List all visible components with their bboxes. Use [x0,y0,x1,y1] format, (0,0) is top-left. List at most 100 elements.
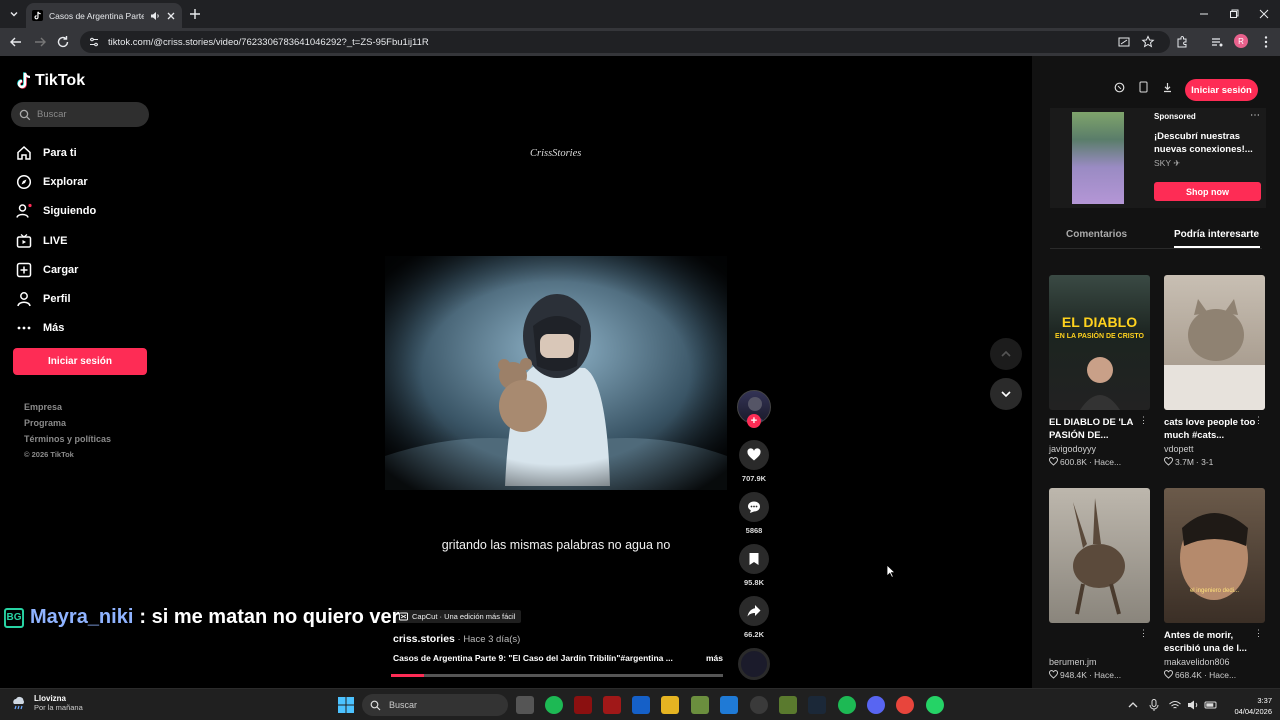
suggested-video-card[interactable]: ⋮ berumen.jm 948.4K · Hace... [1049,488,1150,680]
header-login-button[interactable]: Iniciar sesión [1185,79,1258,101]
search-input[interactable] [37,109,137,120]
app-a-icon[interactable] [574,696,592,714]
comment-action[interactable]: 5868 [737,492,771,535]
thumbnail-person-image [1180,513,1248,600]
profile-avatar[interactable]: R [1234,34,1248,48]
card-options-icon[interactable]: ⋮ [1254,628,1263,639]
discord-icon[interactable] [867,696,885,714]
windows-start-icon[interactable] [338,697,354,713]
nav-label: Para ti [43,146,77,159]
app-adobe-icon[interactable] [603,696,621,714]
previous-video-button[interactable] [990,338,1022,370]
nav-more[interactable]: Más [16,314,96,343]
video-frame[interactable] [385,256,727,490]
system-clock[interactable]: 3:37 04/04/2026 [1222,695,1272,717]
sponsored-label: Sponsored [1154,112,1196,121]
whatsapp-icon[interactable] [926,696,944,714]
card-options-icon[interactable]: ⋮ [1139,628,1148,639]
new-tab-icon[interactable] [187,6,203,22]
like-action[interactable]: 707.9K [737,440,771,483]
card-author[interactable]: vdopett [1164,444,1265,454]
sponsored-ad[interactable]: Sponsored ⋯ ¡Descubrí nuestras nuevas co… [1050,108,1266,208]
tab-suggested[interactable]: Podría interesarte [1174,229,1259,240]
video-watermark: CrissStories [530,148,582,159]
chrome-icon[interactable] [896,696,914,714]
bookmark-star-icon[interactable] [1140,34,1156,50]
settings-icon[interactable] [750,696,768,714]
profile-icon [17,292,31,307]
nav-profile[interactable]: Perfil [16,284,96,313]
music-disc[interactable] [738,648,770,680]
footer-link-terms[interactable]: Términos y políticas [24,434,111,444]
download-button[interactable] [1158,78,1176,96]
wifi-icon[interactable] [1168,698,1182,712]
close-tab-icon[interactable] [166,11,176,21]
author-name[interactable]: criss.stories [393,633,455,645]
address-bar[interactable]: tiktok.com/@criss.stories/video/76233067… [80,31,1170,53]
suggested-video-card[interactable]: el ingeniero dedi... ⋮ Antes de morir, e… [1164,488,1265,680]
suggested-video-card[interactable]: EL DIABLO EN LA PASIÓN DE CRISTO ⋮ EL DI… [1049,275,1150,467]
coins-button[interactable] [1110,78,1128,96]
tray-overflow-icon[interactable] [1126,698,1140,712]
reload-icon[interactable] [55,34,71,50]
more-menu-icon[interactable] [1258,34,1274,50]
nav-live[interactable]: LIVE [16,226,96,255]
description-more-button[interactable]: más [706,653,723,663]
video-frame-image [385,256,727,490]
ad-options-icon[interactable]: ⋯ [1250,110,1260,121]
nav-following[interactable]: Siguiendo [16,197,96,226]
steam-icon[interactable] [808,696,826,714]
app-info-icon[interactable] [632,696,650,714]
restore-button[interactable] [1218,0,1250,28]
forward-icon[interactable] [32,34,48,50]
footer-link-company[interactable]: Empresa [24,402,111,412]
tab-search-button[interactable] [4,4,24,24]
nav-explore[interactable]: Explorar [16,167,96,196]
card-author[interactable]: javigodoyyy [1049,444,1150,454]
media-control-icon[interactable] [1209,34,1225,50]
extensions-icon[interactable] [1174,34,1190,50]
shop-now-button[interactable]: Shop now [1154,182,1261,201]
task-view-icon[interactable] [516,696,534,714]
spotify-icon-2[interactable] [838,696,856,714]
card-author[interactable]: berumen.jm [1049,657,1150,667]
battery-icon[interactable] [1204,698,1218,712]
microphone-icon[interactable] [1147,698,1161,712]
close-window-button[interactable] [1248,0,1280,28]
card-options-icon[interactable]: ⋮ [1254,415,1263,426]
share-action[interactable]: 66.2K [737,596,771,639]
site-info-icon[interactable] [88,36,100,48]
video-progress-bar[interactable] [391,674,723,677]
app-block-icon[interactable] [779,696,797,714]
active-tab[interactable]: Casos de Argentina Parte 9 [26,3,182,28]
suggested-video-card[interactable]: ⋮ cats love people too much #cats... vdo… [1164,275,1265,467]
minecraft-icon[interactable] [691,696,709,714]
capcut-badge[interactable]: CapCut · Una edición más fácil [393,610,522,623]
back-icon[interactable] [8,34,24,50]
nav-for-you[interactable]: Para ti [16,138,96,167]
volume-icon[interactable] [1186,698,1200,712]
tiktok-logo[interactable]: TikTok [16,72,85,90]
tab-comments[interactable]: Comentarios [1066,229,1127,240]
chat-badge: BG [4,607,24,628]
cast-icon[interactable] [1116,34,1132,50]
card-time: · Hace... [1088,670,1122,680]
nav-upload[interactable]: Cargar [16,255,96,284]
search-bar[interactable] [11,102,149,127]
save-action[interactable]: 95.8K [737,544,771,587]
next-video-button[interactable] [990,378,1022,410]
file-explorer-icon[interactable] [661,696,679,714]
speaker-icon[interactable] [150,11,160,21]
card-options-icon[interactable]: ⋮ [1139,415,1148,426]
get-app-button[interactable] [1134,78,1152,96]
login-button[interactable]: Iniciar sesión [13,348,147,375]
weather-widget[interactable]: Llovizna Por la mañana [10,694,83,712]
taskbar-search[interactable]: Buscar [362,694,508,716]
photos-icon[interactable] [720,696,738,714]
card-author[interactable]: makavelidon806 [1164,657,1265,667]
card-title [1049,629,1141,655]
minimize-button[interactable] [1188,0,1220,28]
footer-link-program[interactable]: Programa [24,418,111,428]
spotify-icon[interactable] [545,696,563,714]
follow-button[interactable]: + [747,414,761,428]
